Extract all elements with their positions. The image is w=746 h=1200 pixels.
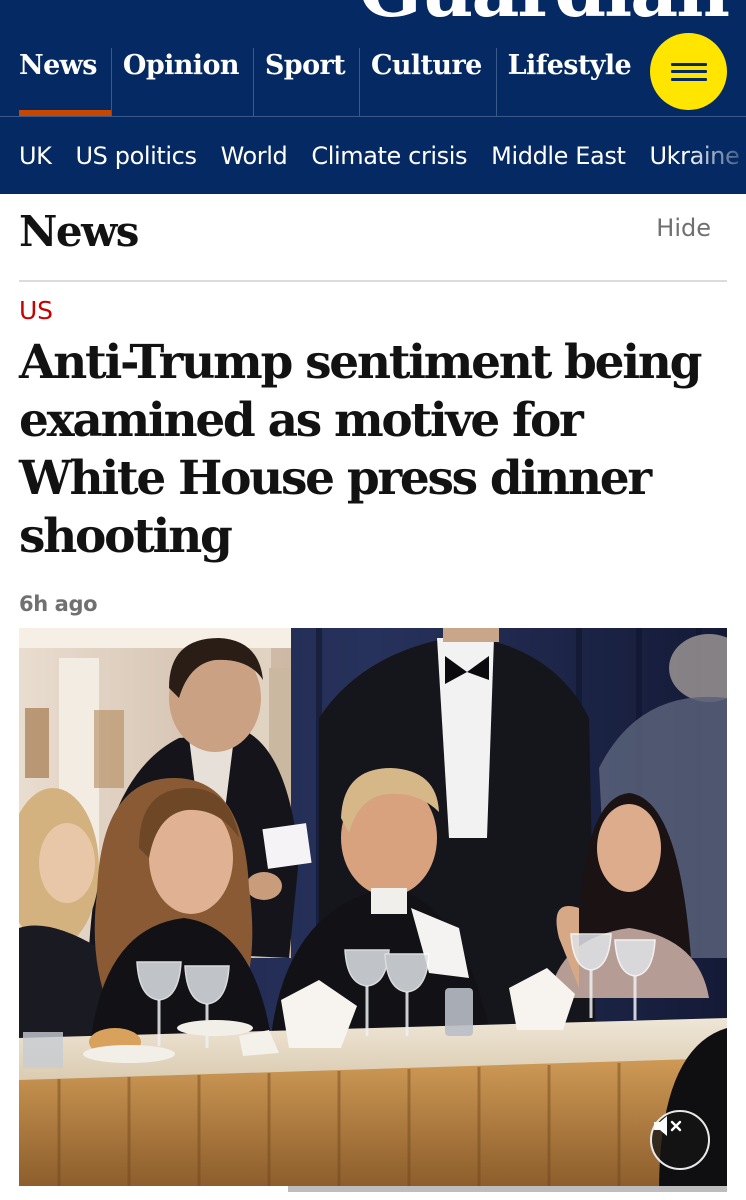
masthead: Guardian News Opinion Sport Culture Life…: [0, 0, 746, 116]
scroll-fade: [686, 117, 746, 194]
speaker-muted-icon: [654, 1116, 682, 1136]
subnav-item-world[interactable]: World: [221, 142, 288, 170]
subnav-item-climate-crisis[interactable]: Climate crisis: [311, 142, 467, 170]
pillar-news[interactable]: News: [0, 34, 111, 116]
section-header: News Hide: [19, 194, 727, 282]
sub-nav: UK US politics World Climate crisis Midd…: [0, 116, 746, 194]
section-title: News: [19, 207, 139, 256]
hide-button[interactable]: Hide: [656, 214, 711, 242]
pillar-sport[interactable]: Sport: [252, 34, 359, 116]
pillar-lifestyle[interactable]: Lifestyle: [495, 34, 645, 116]
video-frame: [19, 628, 727, 1192]
subnav-item-us-politics[interactable]: US politics: [76, 142, 197, 170]
article-headline[interactable]: Anti-Trump sentiment being examined as m…: [19, 334, 731, 566]
hamburger-icon: [670, 62, 707, 81]
pillar-culture[interactable]: Culture: [358, 34, 496, 116]
pillar-label: News: [19, 50, 98, 81]
article-video[interactable]: [19, 628, 727, 1192]
menu-button[interactable]: [650, 33, 727, 110]
article-kicker[interactable]: US: [19, 296, 53, 325]
pillar-opinion[interactable]: Opinion: [110, 34, 253, 116]
article-timestamp: 6h ago: [19, 592, 98, 616]
guardian-logo[interactable]: Guardian: [358, 0, 730, 28]
pillar-label: Lifestyle: [507, 50, 632, 81]
video-progress-fill: [19, 1186, 289, 1192]
pillar-nav: News Opinion Sport Culture Lifestyle: [0, 34, 645, 116]
pillar-label: Sport: [264, 50, 346, 81]
subnav-item-uk[interactable]: UK: [19, 142, 52, 170]
video-progress-bar[interactable]: [19, 1186, 727, 1192]
pillar-label: Opinion: [122, 50, 240, 81]
mute-button[interactable]: [650, 1110, 710, 1170]
pillar-label: Culture: [370, 50, 482, 81]
subnav-item-middle-east[interactable]: Middle East: [491, 142, 626, 170]
